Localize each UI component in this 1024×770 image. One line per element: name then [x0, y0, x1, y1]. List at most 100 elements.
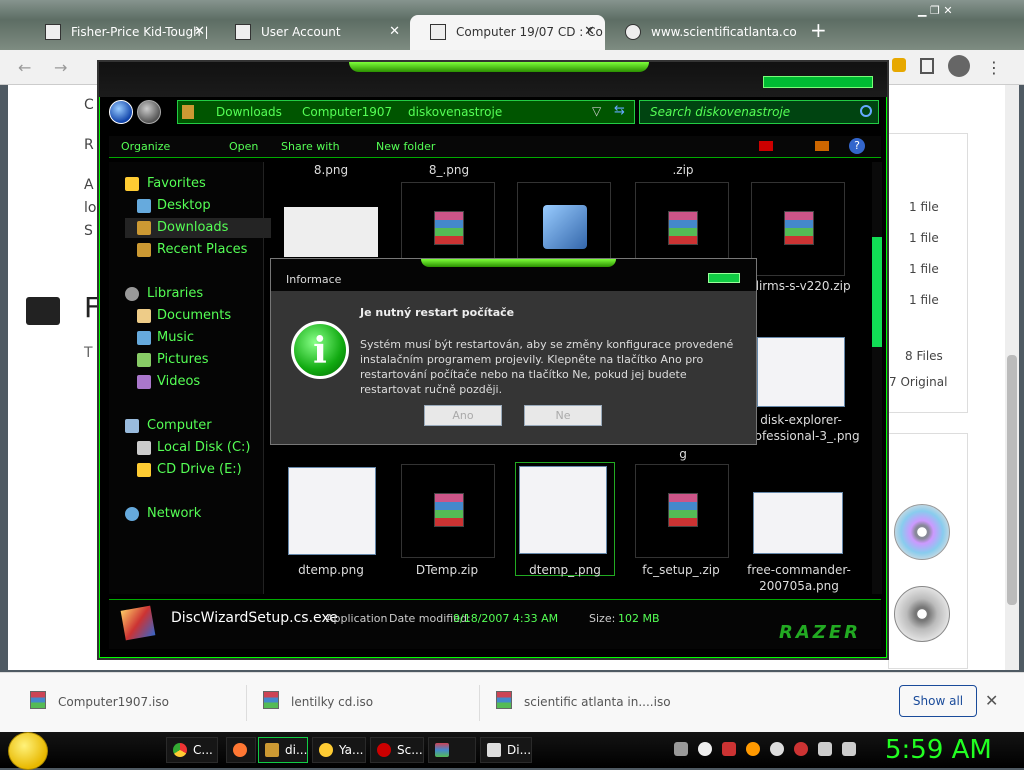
file-grid-scrollbar[interactable] [872, 162, 882, 594]
taskbar-yahoo[interactable]: Ya... [312, 737, 366, 763]
breadcrumb-downloads[interactable]: Downloads [216, 105, 282, 119]
new-folder-button[interactable]: New folder [376, 140, 435, 153]
dialog-close-button[interactable] [708, 273, 740, 283]
show-all-button[interactable]: Show all [899, 685, 977, 717]
volume-icon[interactable] [842, 742, 856, 756]
page-text-fragment: C [84, 97, 94, 113]
no-button[interactable]: Ne [524, 405, 602, 426]
search-box[interactable]: Search diskovenastroje [639, 100, 879, 124]
nav-cd-drive[interactable]: CD Drive (E:) [157, 462, 242, 477]
taskbar-firefox[interactable] [226, 737, 256, 763]
file-thumbnail[interactable] [757, 337, 845, 407]
new-tab-button[interactable]: + [810, 18, 827, 42]
file-label[interactable]: g [623, 446, 743, 462]
profile-avatar[interactable] [948, 55, 970, 77]
share-with-button[interactable]: Share with [281, 140, 340, 153]
menu-icon[interactable]: ⋮ [986, 58, 1002, 77]
taskbar-archive[interactable] [428, 737, 476, 763]
tab-user-account[interactable]: User Account ✕ [215, 15, 410, 50]
nav-desktop[interactable]: Desktop [157, 198, 211, 213]
tray-icon[interactable] [794, 742, 808, 756]
scrollbar-thumb[interactable] [1007, 355, 1017, 605]
start-smiley-icon[interactable] [8, 732, 48, 770]
file-label[interactable]: 8.png [271, 162, 391, 178]
file-thumbnail[interactable] [751, 182, 845, 276]
tab-close-icon[interactable]: ✕ [389, 24, 400, 39]
download-item[interactable]: lentilky cd.iso [291, 695, 373, 709]
page-scrollbar[interactable] [1005, 85, 1019, 670]
taskbar-explorer[interactable]: di... [258, 737, 308, 763]
breadcrumb-computer1907[interactable]: Computer1907 [302, 105, 392, 119]
nav-music[interactable]: Music [157, 330, 194, 345]
close-downloads-icon[interactable]: ✕ [985, 691, 998, 710]
address-bar[interactable]: Downloads Computer1907 diskovenastroje ▽… [177, 100, 635, 124]
view-icon[interactable] [759, 141, 773, 151]
file-label[interactable]: fc_setup_.zip [621, 562, 741, 578]
desktop-icon [137, 199, 151, 213]
scrollbar-thumb[interactable] [872, 237, 882, 347]
file-label[interactable]: dirms-s-v220.zip [741, 278, 861, 294]
breadcrumb-diskovenastroje[interactable]: diskovenastroje [408, 105, 502, 119]
file-thumbnail-selected[interactable] [515, 462, 615, 576]
back-arrow-icon[interactable]: ← [18, 58, 31, 77]
sidebar-icon[interactable] [920, 58, 934, 74]
taskbar-chrome[interactable]: C... [166, 737, 218, 763]
tab-computer-cd[interactable]: Computer 19/07 CD : Co ✕ [410, 15, 605, 50]
search-icon[interactable] [860, 105, 872, 117]
file-label[interactable]: .zip [623, 162, 743, 178]
file-label[interactable]: dtemp_.png [505, 562, 625, 578]
download-item[interactable]: scientific atlanta in....iso [524, 695, 671, 709]
file-label[interactable]: free-commander-200705a.png [739, 562, 859, 594]
tray-icon[interactable] [674, 742, 688, 756]
tab-fisher-price[interactable]: Fisher-Price Kid-Tough | ✕ [25, 15, 215, 50]
file-label[interactable]: dtemp.png [271, 562, 391, 578]
window-icon [487, 743, 501, 757]
tab-close-icon[interactable]: ✕ [584, 24, 595, 39]
download-item[interactable]: Computer1907.iso [58, 695, 169, 709]
organize-button[interactable]: Organize [121, 140, 170, 153]
extension-icon[interactable] [892, 58, 906, 72]
tray-icon[interactable] [746, 742, 760, 756]
forward-button[interactable] [137, 100, 161, 124]
forward-arrow-icon[interactable]: → [54, 58, 67, 77]
file-thumbnail[interactable] [284, 207, 378, 257]
nav-documents[interactable]: Documents [157, 308, 231, 323]
folder-icon [265, 743, 279, 757]
file-thumbnail[interactable] [753, 492, 843, 554]
tray-icon[interactable] [698, 742, 712, 756]
open-button[interactable]: Open [229, 140, 258, 153]
dropdown-arrow-icon[interactable]: ▽ [592, 104, 601, 118]
network-tray-icon[interactable] [818, 742, 832, 756]
taskbar-sc[interactable]: Sc... [370, 737, 424, 763]
file-thumbnail[interactable] [401, 464, 495, 558]
browser-tab-strip: Fisher-Price Kid-Tough | ✕ User Account ✕… [0, 0, 1024, 50]
file-label[interactable]: disk-explorer-professional-3_.png [741, 412, 861, 444]
nav-computer[interactable]: Computer [147, 418, 212, 433]
file-label[interactable]: DTemp.zip [387, 562, 507, 578]
file-thumbnail[interactable] [285, 464, 379, 558]
nav-videos[interactable]: Videos [157, 374, 200, 389]
file-thumbnail[interactable] [635, 464, 729, 558]
tab-scientific-atlanta[interactable]: www.scientificatlanta.co [605, 15, 800, 50]
cd-disc-icon [894, 504, 950, 560]
nav-libraries[interactable]: Libraries [147, 286, 203, 301]
clock[interactable]: 5:59 AM [885, 732, 992, 768]
nav-favorites[interactable]: Favorites [147, 176, 206, 191]
screenshot-preview [288, 467, 376, 555]
tray-icon[interactable] [770, 742, 784, 756]
nav-network[interactable]: Network [147, 506, 201, 521]
nav-pictures[interactable]: Pictures [157, 352, 208, 367]
yes-button[interactable]: Ano [424, 405, 502, 426]
explorer-window-controls[interactable] [763, 76, 873, 88]
taskbar-dialog[interactable]: Di... [480, 737, 532, 763]
tray-icon[interactable] [722, 742, 736, 756]
nav-recent-places[interactable]: Recent Places [157, 242, 247, 257]
back-button[interactable] [109, 100, 133, 124]
file-label[interactable]: 8_.png [389, 162, 509, 178]
preview-pane-icon[interactable] [815, 141, 829, 151]
window-controls[interactable]: ▁ ❐ ✕ [918, 4, 998, 18]
tab-close-icon[interactable]: ✕ [194, 24, 205, 39]
nav-local-disk[interactable]: Local Disk (C:) [157, 440, 250, 455]
help-icon[interactable]: ? [849, 138, 865, 154]
refresh-icon[interactable]: ⇆ [614, 103, 625, 118]
